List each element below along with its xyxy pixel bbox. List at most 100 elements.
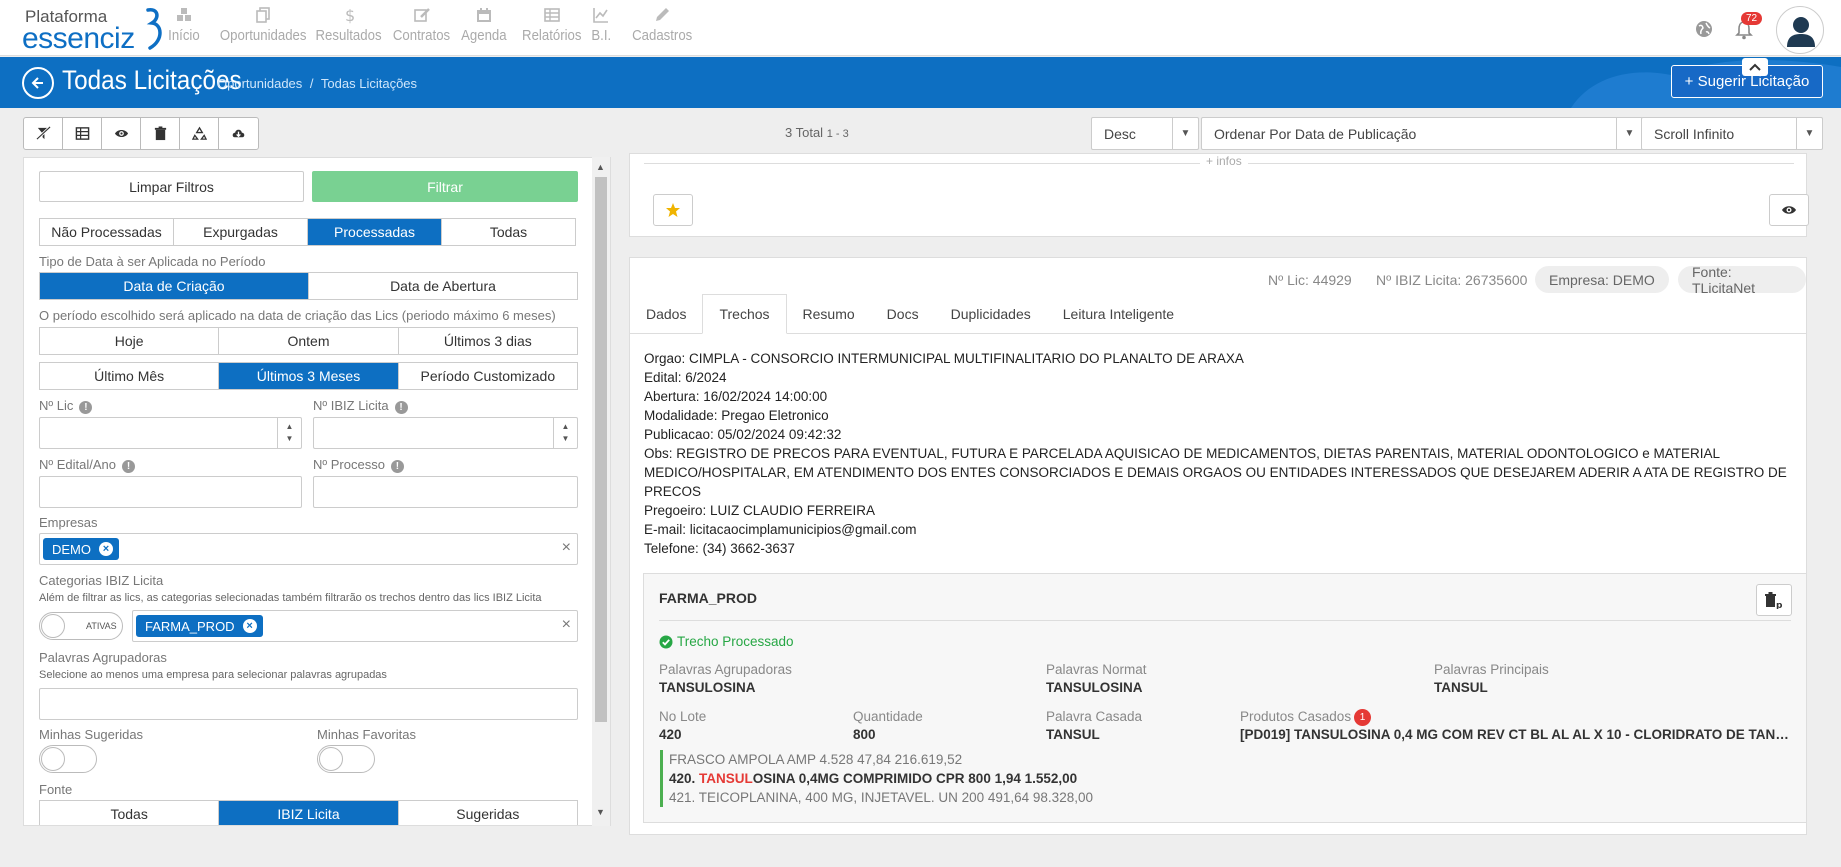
tab-dados[interactable]: Dados xyxy=(630,294,702,334)
fonte-sugeridas[interactable]: Sugeridas xyxy=(399,801,577,825)
nav-relatorios[interactable]: Relatórios xyxy=(518,6,586,50)
fonte-pill: Fonte: TLicitaNet xyxy=(1678,264,1806,296)
status-expurgadas[interactable]: Expurgadas xyxy=(174,219,308,245)
total-count: 3 Total xyxy=(785,125,824,140)
nav-label: Cadastros xyxy=(632,27,693,44)
tab-trechos[interactable]: Trechos xyxy=(702,294,787,334)
scroll-up-icon[interactable]: ▲ xyxy=(596,162,605,172)
nav-label: Início xyxy=(168,27,200,44)
clear-selection-icon[interactable]: × xyxy=(562,616,571,634)
toggle-knob xyxy=(41,747,65,771)
nav-oportunidades[interactable]: Oportunidades xyxy=(214,6,312,50)
calendar-icon xyxy=(476,8,491,22)
table-view-button[interactable] xyxy=(63,118,102,149)
excerpt-line-after: 421. TEICOPLANINA, 400 MG, INJETAVEL. UN… xyxy=(669,790,1093,805)
info-icon[interactable]: ! xyxy=(394,401,408,414)
date-type-criacao[interactable]: Data de Criação xyxy=(40,273,309,299)
detail-edital: Edital: 6/2024 xyxy=(644,370,727,385)
n-ibiz-input[interactable]: ▲ ▼ xyxy=(313,417,578,449)
tab-leitura-inteligente[interactable]: Leitura Inteligente xyxy=(1047,294,1190,334)
produtos-casados-text: Produtos Casados xyxy=(1240,709,1352,724)
clear-selection-icon[interactable]: × xyxy=(562,539,571,557)
nav-label: Relatórios xyxy=(522,27,582,44)
categoria-chip-label: FARMA_PROD xyxy=(145,618,235,634)
favorite-button[interactable] xyxy=(653,194,693,226)
breadcrumb-oportunidades[interactable]: Oportunidades xyxy=(217,76,302,91)
tab-duplicidades[interactable]: Duplicidades xyxy=(935,294,1047,334)
status-nao-processadas[interactable]: Não Processadas xyxy=(40,219,174,245)
scrollbar-thumb[interactable] xyxy=(595,177,607,722)
result-card-previous: + infos xyxy=(629,153,1809,237)
toggle-filters-button[interactable] xyxy=(24,118,63,149)
avatar[interactable] xyxy=(1776,6,1824,54)
clear-filters-button[interactable]: Limpar Filtros xyxy=(39,171,304,202)
empresa-chip: DEMO × xyxy=(43,538,119,560)
back-button[interactable] xyxy=(22,67,54,99)
results-total: 3 Total 1 - 3 xyxy=(785,125,849,140)
n-lic-input[interactable]: ▲ ▼ xyxy=(39,417,302,449)
recycle-button[interactable] xyxy=(180,118,219,149)
trecho-title: FARMA_PROD xyxy=(659,590,758,606)
info-icon[interactable]: ! xyxy=(122,460,136,473)
period-ultimos-3-dias[interactable]: Últimos 3 dias xyxy=(399,328,577,354)
remove-chip-icon[interactable]: × xyxy=(242,619,257,633)
tab-docs[interactable]: Docs xyxy=(871,294,935,334)
info-icon[interactable]: ! xyxy=(79,401,93,414)
period-ultimos-3-meses[interactable]: Últimos 3 Meses xyxy=(219,363,399,389)
nav-bi[interactable]: B.I. xyxy=(590,6,613,50)
info-icon[interactable]: ! xyxy=(390,460,404,473)
globe-icon[interactable] xyxy=(1694,19,1714,39)
trecho-panel: FARMA_PROD p Trecho Processado Palavras … xyxy=(643,573,1807,823)
eye-icon xyxy=(114,129,128,138)
period-ultimo-mes[interactable]: Último Mês xyxy=(40,363,220,389)
cloud-download-button[interactable] xyxy=(219,118,258,149)
fonte-ibiz-licita[interactable]: IBIZ Licita xyxy=(219,801,399,825)
more-infos-link[interactable]: + infos xyxy=(1200,154,1248,168)
minhas-favoritas-toggle[interactable] xyxy=(317,745,375,773)
collapse-header-button[interactable] xyxy=(1742,58,1768,76)
status-processadas[interactable]: Processadas xyxy=(308,219,442,245)
pagination-select[interactable]: Scroll Infinito ▼ xyxy=(1641,117,1823,150)
toggle-knob xyxy=(41,614,65,638)
categorias-select[interactable]: FARMA_PROD × × xyxy=(132,610,578,642)
trecho-delete-button[interactable]: p xyxy=(1756,584,1792,616)
date-type-abertura[interactable]: Data de Abertura xyxy=(309,273,577,299)
toggle-label: ATIVAS xyxy=(86,621,117,631)
empresas-select[interactable]: DEMO × × xyxy=(39,533,578,565)
number-stepper[interactable]: ▲ ▼ xyxy=(553,418,577,448)
nav-agenda[interactable]: Agenda xyxy=(458,6,510,50)
produto-casado-value[interactable]: [PD019] TANSULOSINA 0,4 MG COM REV CT BL… xyxy=(1240,727,1795,742)
n-ibiz-label: Nº IBIZ Licita! xyxy=(313,398,408,414)
trecho-status-text: Trecho Processado xyxy=(677,634,794,649)
view-button[interactable] xyxy=(1769,194,1809,226)
apply-filter-button[interactable]: Filtrar xyxy=(312,171,578,202)
nav-resultados[interactable]: $ Resultados xyxy=(311,6,386,50)
palavras-select[interactable] xyxy=(39,688,578,720)
sort-by-select[interactable]: Ordenar Por Data de Publicação ▼ xyxy=(1201,117,1643,150)
notification-badge: 72 xyxy=(1741,12,1763,25)
palavras-normat-label: Palavras Normat xyxy=(1046,662,1147,677)
nav-cadastros[interactable]: Cadastros xyxy=(628,6,696,50)
palavra-casada-value: TANSUL xyxy=(1046,727,1100,742)
ativas-toggle[interactable]: ATIVAS xyxy=(39,612,123,640)
period-hoje[interactable]: Hoje xyxy=(40,328,220,354)
remove-chip-icon[interactable]: × xyxy=(99,542,113,556)
nav-contratos[interactable]: Contratos xyxy=(389,6,454,50)
minhas-sugeridas-toggle[interactable] xyxy=(39,745,97,773)
delete-button[interactable] xyxy=(141,118,180,149)
scroll-down-icon[interactable]: ▼ xyxy=(596,807,605,817)
preview-button[interactable] xyxy=(102,118,141,149)
filter-panel-scrollbar[interactable]: ▲ ▼ xyxy=(592,157,610,826)
period-customizado[interactable]: Período Customizado xyxy=(399,363,577,389)
tab-resumo[interactable]: Resumo xyxy=(787,294,871,334)
detail-modalidade: Modalidade: Pregao Eletronico xyxy=(644,408,829,423)
order-direction-select[interactable]: Desc ▼ xyxy=(1091,117,1199,150)
n-processo-input[interactable] xyxy=(313,476,578,508)
brand-logo[interactable]: Plataforma essenciz xyxy=(22,4,162,55)
nav-inicio[interactable]: Início xyxy=(166,6,202,50)
period-ontem[interactable]: Ontem xyxy=(219,328,399,354)
status-todas[interactable]: Todas xyxy=(442,219,575,245)
number-stepper[interactable]: ▲ ▼ xyxy=(277,418,301,448)
fonte-todas[interactable]: Todas xyxy=(40,801,220,825)
n-edital-input[interactable] xyxy=(39,476,302,508)
